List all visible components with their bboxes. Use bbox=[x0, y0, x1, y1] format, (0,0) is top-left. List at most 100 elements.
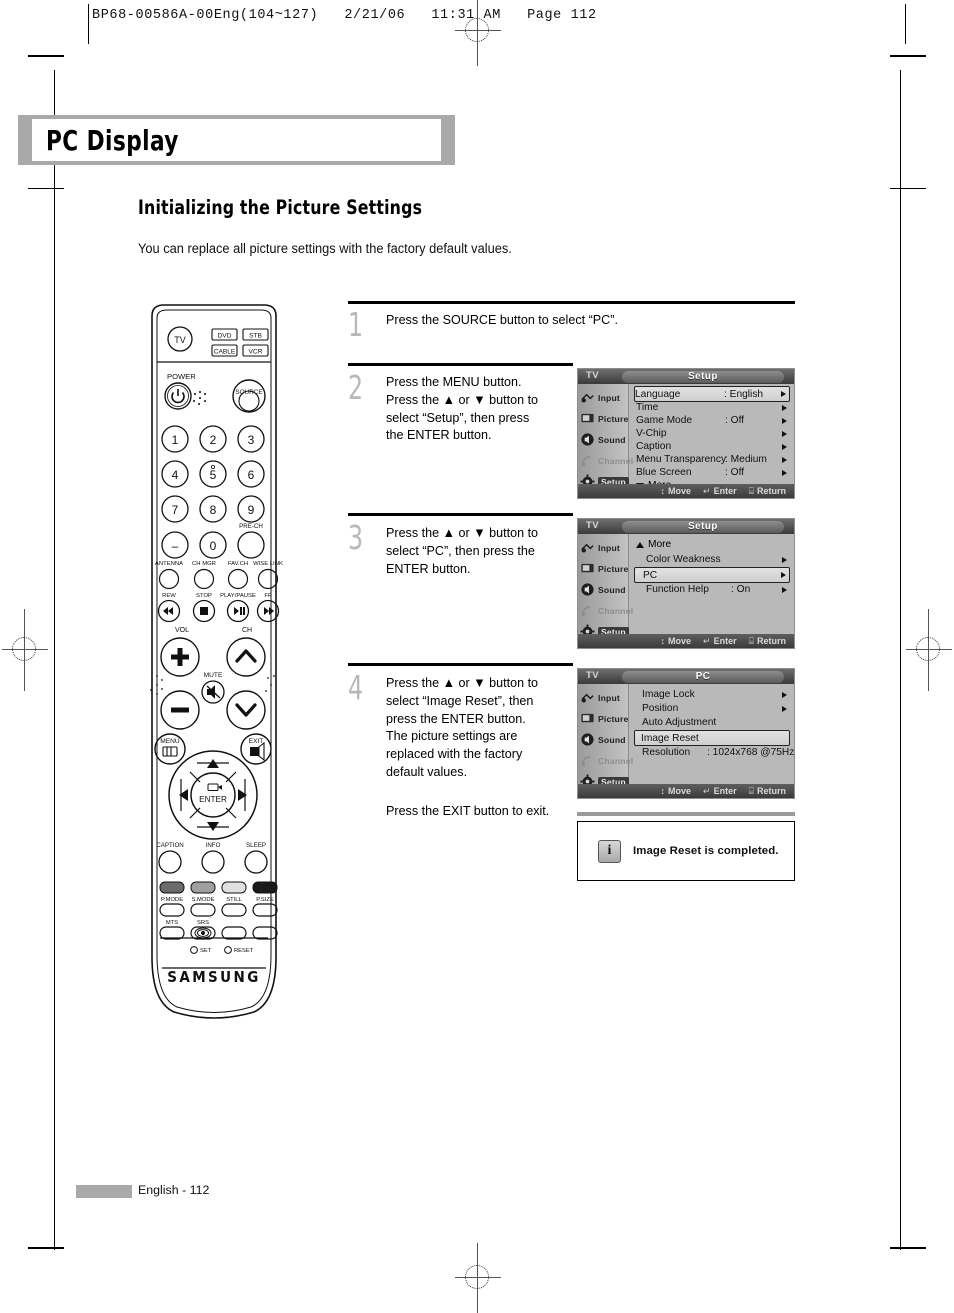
osd-title-pill: Setup bbox=[622, 520, 784, 533]
sidebar-label-sound: Sound bbox=[598, 434, 626, 445]
sidebar-item-channel[interactable]: Channel bbox=[580, 751, 633, 770]
menu-row-value: : 1024x768 @75Hz bbox=[707, 747, 795, 758]
menu-row-more-top[interactable]: More bbox=[636, 538, 671, 551]
sidebar-item-channel[interactable]: Channel bbox=[580, 451, 633, 470]
svg-text:MENU: MENU bbox=[160, 738, 180, 745]
sidebar-item-sound[interactable]: Sound bbox=[580, 730, 628, 749]
svg-text:–: – bbox=[172, 539, 179, 553]
svg-text:CAPTION: CAPTION bbox=[156, 842, 184, 849]
menu-row-color-weakness[interactable]: Color Weakness bbox=[636, 553, 790, 566]
sidebar-item-picture[interactable]: Picture bbox=[580, 409, 628, 428]
footer-swatch bbox=[76, 1185, 132, 1198]
remote-control-illustration: TV DVD STB CABLE VCR POWER SOURCE 1 2 3 … bbox=[138, 302, 290, 1020]
osd-footer-move-label: Move bbox=[668, 786, 692, 796]
osd-titlebar: TV PC bbox=[578, 669, 794, 684]
menu-row-value: : Off bbox=[725, 415, 745, 426]
svg-text:2: 2 bbox=[210, 433, 217, 447]
crop-mark-bottom-left bbox=[28, 1247, 64, 1249]
menu-row-blue-screen[interactable]: Blue Screen : Off bbox=[636, 466, 790, 479]
menu-row-pc[interactable]: PC bbox=[634, 567, 790, 583]
svg-text:SRS: SRS bbox=[197, 920, 209, 926]
menu-row-image-lock[interactable]: Image Lock bbox=[636, 688, 790, 701]
menu-row-value: : On bbox=[731, 584, 751, 595]
sidebar-item-sound[interactable]: Sound bbox=[580, 430, 628, 449]
svg-text:0: 0 bbox=[210, 539, 217, 553]
picture-icon bbox=[581, 413, 594, 423]
menu-row-caption[interactable]: Caption bbox=[636, 440, 790, 453]
return-icon: ⌸ bbox=[748, 485, 754, 496]
sidebar-label-channel: Channel bbox=[598, 455, 634, 466]
section-intro: You can replace all picture settings wit… bbox=[138, 241, 512, 256]
channel-icon bbox=[581, 755, 591, 767]
triangle-up-icon bbox=[636, 541, 644, 548]
sidebar-item-channel[interactable]: Channel bbox=[580, 601, 633, 620]
sidebar-item-sound[interactable]: Sound bbox=[580, 580, 628, 599]
step-divider-1 bbox=[348, 301, 795, 304]
sidebar-label-picture: Picture bbox=[598, 563, 629, 574]
svg-text:MUTE: MUTE bbox=[204, 672, 223, 679]
osd-tv-label: TV bbox=[586, 670, 599, 681]
menu-row-time[interactable]: Time bbox=[636, 401, 790, 414]
svg-text:PRE-CH: PRE-CH bbox=[239, 523, 263, 530]
sidebar-item-picture[interactable]: Picture bbox=[580, 559, 628, 578]
svg-text:WISE LINK: WISE LINK bbox=[253, 561, 283, 567]
menu-row-resolution[interactable]: Resolution : 1024x768 @75Hz bbox=[636, 746, 794, 759]
svg-text:FAV.CH: FAV.CH bbox=[228, 561, 248, 567]
chevron-right-icon bbox=[781, 391, 786, 397]
chevron-right-icon bbox=[782, 556, 787, 563]
osd-setup-menu-2: TV Setup Input Picture Sound Channel Set… bbox=[577, 518, 795, 649]
osd-tv-label: TV bbox=[586, 370, 599, 381]
sidebar-item-input[interactable]: Input bbox=[580, 388, 628, 407]
sidebar-item-input[interactable]: Input bbox=[580, 688, 628, 707]
svg-text:S.MODE: S.MODE bbox=[192, 897, 215, 903]
svg-text:CABLE: CABLE bbox=[214, 349, 236, 356]
osd-footer-move-label: Move bbox=[668, 486, 692, 496]
print-rule-right bbox=[905, 4, 906, 44]
svg-text:STB: STB bbox=[249, 333, 262, 340]
enter-icon: ↵ bbox=[703, 785, 711, 796]
osd-tv-label: TV bbox=[586, 520, 599, 531]
menu-row-name: Color Weakness bbox=[646, 554, 721, 565]
crop-mark-bottom-right bbox=[890, 1247, 926, 1249]
sidebar-item-input[interactable]: Input bbox=[580, 538, 628, 557]
osd-footer-return: ⌸ Return bbox=[749, 636, 786, 647]
menu-row-language[interactable]: Language : English bbox=[634, 386, 790, 402]
chevron-right-icon bbox=[782, 443, 787, 450]
return-icon: ⌸ bbox=[748, 785, 754, 796]
picture-icon bbox=[581, 713, 594, 723]
osd-footer-move: ↕ Move bbox=[661, 786, 692, 796]
svg-text:5: 5 bbox=[210, 468, 217, 482]
step-number-3: 3 bbox=[348, 518, 364, 557]
input-icon bbox=[581, 393, 594, 403]
osd-title: PC bbox=[695, 671, 711, 682]
chevron-right-icon bbox=[782, 430, 787, 437]
menu-row-name: Resolution bbox=[642, 747, 691, 758]
sidebar-label-picture: Picture bbox=[598, 713, 629, 724]
menu-row-position[interactable]: Position bbox=[636, 702, 790, 715]
menu-row-value: : English bbox=[724, 388, 764, 400]
input-icon bbox=[581, 543, 594, 553]
menu-row-name: V-Chip bbox=[636, 428, 667, 439]
svg-text:8: 8 bbox=[210, 503, 217, 517]
osd-title: Setup bbox=[688, 521, 718, 532]
menu-row-image-reset[interactable]: Image Reset bbox=[634, 730, 790, 746]
svg-text:SET: SET bbox=[200, 948, 212, 954]
svg-text:RESET: RESET bbox=[234, 948, 254, 954]
menu-row-name: Position bbox=[642, 703, 679, 714]
chevron-right-icon bbox=[782, 691, 787, 698]
menu-row-v-chip[interactable]: V-Chip bbox=[636, 427, 790, 440]
step-text-4-exit: Press the EXIT button to exit. bbox=[386, 803, 550, 818]
picture-icon bbox=[581, 563, 594, 573]
svg-text:VCR: VCR bbox=[249, 349, 263, 356]
svg-text:EXIT: EXIT bbox=[249, 738, 264, 745]
sidebar-item-picture[interactable]: Picture bbox=[580, 709, 628, 728]
menu-row-name: Blue Screen bbox=[636, 467, 692, 478]
menu-row-auto-adjustment[interactable]: Auto Adjustment bbox=[636, 716, 790, 729]
menu-row-menu-transparency[interactable]: Menu Transparency : Medium bbox=[636, 453, 790, 466]
osd-footer-return-label: Return bbox=[757, 786, 786, 796]
manual-page: BP68-00586A-00Eng(104~127) 2/21/06 11:31… bbox=[0, 0, 954, 1313]
menu-row-function-help[interactable]: Function Help : On bbox=[636, 583, 790, 596]
osd-footer-enter-label: Enter bbox=[713, 636, 737, 646]
input-icon bbox=[581, 693, 594, 703]
menu-row-game-mode[interactable]: Game Mode : Off bbox=[636, 414, 790, 427]
